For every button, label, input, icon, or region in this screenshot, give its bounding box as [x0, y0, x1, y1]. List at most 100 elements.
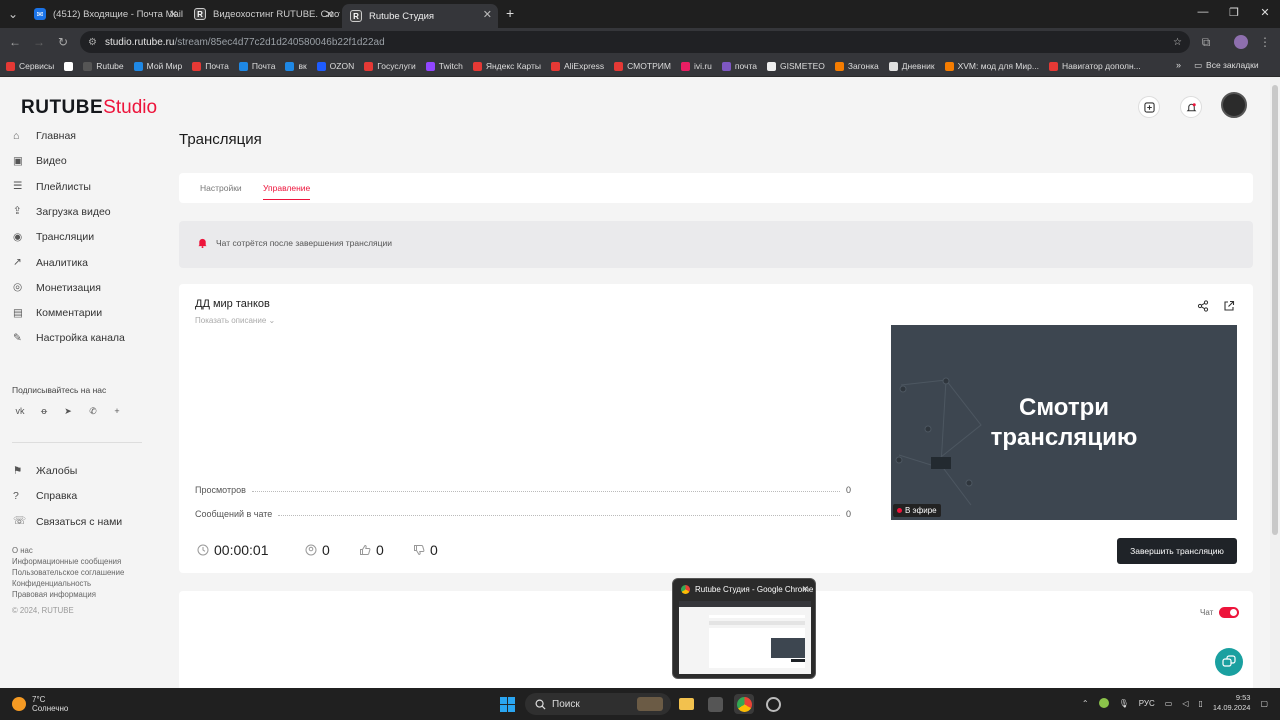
bookmark-item[interactable]	[64, 61, 74, 71]
all-bookmarks-button[interactable]: ▭ Все закладки	[1194, 60, 1259, 71]
sidebar-item[interactable]: ⚑ Жалобы	[13, 462, 77, 480]
microphone-icon[interactable]: 🎙	[1119, 699, 1129, 708]
tab-management[interactable]: Управление	[263, 183, 311, 200]
bookmark-item[interactable]: XVM: мод для Мир...	[944, 61, 1039, 71]
file-explorer-icon[interactable]	[676, 694, 696, 714]
viber-icon[interactable]: ✆	[86, 406, 100, 420]
bookmark-item[interactable]: Сервисы	[6, 61, 54, 71]
bookmark-star-icon[interactable]: ☆	[1173, 37, 1182, 48]
bookmark-item[interactable]: GISMETEO	[767, 61, 825, 71]
network-icon[interactable]: ▭	[1165, 699, 1173, 708]
scrollbar-thumb[interactable]	[1272, 85, 1278, 535]
notifications-button[interactable]	[1180, 96, 1202, 118]
url-input[interactable]: ⚙ studio.rutube.ru/stream/85ec4d77c2d1d2…	[80, 31, 1190, 53]
forward-icon[interactable]: →	[32, 35, 46, 49]
close-icon[interactable]: ✕	[483, 8, 492, 21]
browser-tab-mail[interactable]: ✉ (4512) Входящие - Почта Mail ✕	[26, 4, 184, 24]
tab-search-icon[interactable]: ⌄	[6, 7, 20, 21]
bookmark-item[interactable]: Яндекс Карты	[472, 61, 541, 71]
menu-icon[interactable]: ⋮	[1258, 35, 1272, 49]
page-scrollbar[interactable]	[1270, 77, 1280, 688]
chrome-taskbar-icon[interactable]	[734, 694, 754, 714]
footer-link[interactable]: Конфиденциальность	[12, 579, 91, 588]
chevron-up-icon[interactable]: ⌃	[1082, 699, 1089, 708]
maximize-icon[interactable]: ❐	[1227, 6, 1241, 20]
extensions-icon[interactable]: ⧉	[1199, 35, 1213, 49]
stream-preview[interactable]: Смотри трансляцию В эфире	[891, 325, 1237, 520]
profile-avatar[interactable]	[1234, 35, 1248, 49]
bookmark-item[interactable]: Загонка	[834, 61, 879, 71]
browser-tab-rutube[interactable]: R Видеохостинг RUTUBE. Смотр ✕	[186, 4, 340, 24]
steam-icon[interactable]	[763, 694, 783, 714]
vk-icon[interactable]: vk	[13, 406, 27, 420]
battery-icon[interactable]: ▯	[1198, 699, 1202, 708]
start-button[interactable]	[497, 694, 517, 714]
support-chat-button[interactable]	[1215, 648, 1243, 676]
site-info-icon[interactable]: ⚙	[88, 37, 97, 48]
reload-icon[interactable]: ↻	[56, 35, 70, 49]
stream-likes: 0	[359, 542, 384, 558]
sidebar-item[interactable]: ⌂ Главная	[13, 127, 76, 145]
sidebar-item[interactable]: ▤ Комментарии	[13, 304, 102, 322]
sidebar-item[interactable]: ◎ Монетизация	[13, 279, 101, 297]
tray-app-icon[interactable]	[1098, 698, 1109, 708]
bookmark-item[interactable]: Rutube	[83, 61, 124, 71]
sidebar-item[interactable]: ? Справка	[13, 487, 77, 505]
app-icon[interactable]	[705, 694, 725, 714]
close-window-icon[interactable]: ✕	[1258, 6, 1272, 20]
notifications-icon[interactable]: ▢	[1260, 699, 1268, 708]
bookmark-item[interactable]: AliExpress	[550, 61, 604, 71]
taskbar-window-preview[interactable]: Rutube Студия - Google Chrome ✕	[672, 578, 816, 679]
show-description-link[interactable]: Показать описание ⌄	[195, 316, 275, 325]
minimize-icon[interactable]: —	[1196, 6, 1210, 20]
end-stream-button[interactable]: Завершить трансляцию	[1117, 538, 1237, 564]
clock[interactable]: 9:53 14.09.2024	[1213, 693, 1251, 713]
rutube-studio-logo[interactable]: RUTUBEStudio	[21, 97, 157, 119]
ok-icon[interactable]: ꝋ	[37, 406, 51, 420]
share-icon[interactable]	[1197, 300, 1209, 312]
close-icon[interactable]: ✕	[169, 8, 178, 21]
bookmark-item[interactable]: Мой Мир	[133, 61, 182, 71]
bookmarks-overflow-button[interactable]: »	[1176, 60, 1181, 70]
bookmark-item[interactable]: СМОТРИМ	[614, 61, 671, 71]
footer-link[interactable]: Пользовательское соглашение	[12, 568, 124, 577]
new-tab-button[interactable]: +	[506, 5, 514, 21]
telegram-icon[interactable]: ➤	[61, 406, 75, 420]
bookmark-item[interactable]: Twitch	[425, 61, 463, 71]
volume-icon[interactable]: ◁	[1182, 699, 1188, 708]
footer-link[interactable]: О нас	[12, 546, 33, 555]
back-icon[interactable]: ←	[8, 35, 22, 49]
footer-link[interactable]: Информационные сообщения	[12, 557, 121, 566]
sidebar-item[interactable]: ◉ Трансляции	[13, 228, 94, 246]
user-avatar[interactable]	[1221, 92, 1247, 118]
chat-toggle[interactable]	[1219, 607, 1239, 618]
sidebar-item[interactable]: ↗ Аналитика	[13, 254, 88, 272]
bookmark-item[interactable]: Почта	[192, 61, 229, 71]
weather-widget[interactable]: 7°C Солнечно	[12, 695, 68, 713]
bookmark-item[interactable]: вк	[285, 61, 307, 71]
bookmark-item[interactable]: ivi.ru	[680, 61, 712, 71]
external-link-icon[interactable]	[1223, 300, 1235, 312]
bookmark-item[interactable]: Почта	[238, 61, 275, 71]
browser-tab-studio[interactable]: R Rutube Студия ✕	[342, 4, 498, 28]
footer-link[interactable]: Правовая информация	[12, 590, 96, 599]
bookmark-item[interactable]: Навигатор дополн...	[1048, 61, 1141, 71]
language-indicator[interactable]: РУС	[1139, 699, 1155, 708]
more-social-icon[interactable]: +	[110, 406, 124, 420]
upload-button[interactable]	[1138, 96, 1160, 118]
bookmark-item[interactable]: почта	[721, 61, 757, 71]
taskbar-search[interactable]: Поиск	[525, 693, 671, 715]
close-icon[interactable]: ✕	[325, 8, 334, 21]
close-icon[interactable]: ✕	[801, 584, 809, 595]
sidebar-item[interactable]: ☰ Плейлисты	[13, 178, 91, 196]
sidebar-item[interactable]: ☏ Связаться с нами	[13, 513, 122, 531]
sidebar-item[interactable]: ▣ Видео	[13, 152, 67, 170]
bookmark-item[interactable]: Дневник	[888, 61, 935, 71]
chevron-down-icon: ⌄	[268, 316, 276, 325]
bookmark-item[interactable]: Госуслуги	[364, 61, 416, 71]
bookmark-item[interactable]: OZON	[316, 61, 354, 71]
tab-settings[interactable]: Настройки	[200, 183, 242, 193]
sidebar-item[interactable]: ✎ Настройка канала	[13, 329, 125, 347]
bookmark-label: XVM: мод для Мир...	[957, 61, 1039, 71]
sidebar-item[interactable]: ⇪ Загрузка видео	[13, 203, 111, 221]
